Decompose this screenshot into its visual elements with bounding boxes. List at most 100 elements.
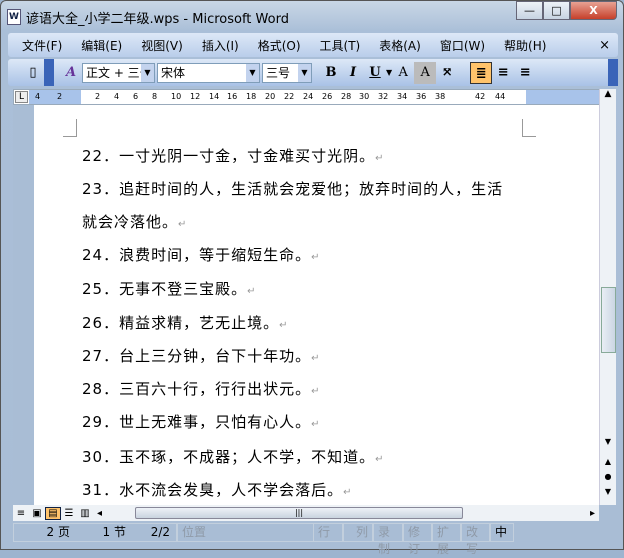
font-select[interactable]: 宋体 ▼ xyxy=(157,62,260,83)
line-text: 23．追赶时间的人，生活就会宠爱他；放弃时间的人，生活 xyxy=(82,180,504,198)
ruler-number: 4 xyxy=(114,92,120,101)
align-center-button[interactable]: ≡ xyxy=(492,62,514,84)
character-shading-button[interactable]: A xyxy=(414,61,437,84)
normal-view-icon[interactable]: ≡ xyxy=(13,508,29,519)
word-window: W 谚语大全_小学二年级.wps - Microsoft Word — □ X … xyxy=(0,0,624,556)
document-line[interactable]: 27．台上三分钟，台下十年功。↵ xyxy=(82,345,320,366)
menu-view[interactable]: 视图(V) xyxy=(141,37,183,54)
align-right-button[interactable]: ≡ xyxy=(514,62,536,84)
close-document-button[interactable]: × xyxy=(599,38,610,53)
status-record[interactable]: 录制 xyxy=(373,523,403,556)
ruler-number: 6 xyxy=(133,92,139,101)
reading-view-icon[interactable]: ▥ xyxy=(77,508,93,519)
scroll-down-icon[interactable]: ▼ xyxy=(600,437,616,446)
menu-edit[interactable]: 编辑(E) xyxy=(81,37,122,54)
toolbar-options-button[interactable] xyxy=(44,59,54,86)
status-track-changes[interactable]: 修订 xyxy=(403,523,432,556)
paragraph-mark-icon: ↵ xyxy=(247,286,257,297)
chevron-down-icon[interactable]: ▼ xyxy=(298,63,311,82)
ruler-number: 4 xyxy=(35,92,41,101)
document-line[interactable]: 26．精益求精，艺无止境。↵ xyxy=(82,312,288,333)
vertical-scrollbar[interactable]: ▲ ▼ ▲ ● ▼ xyxy=(599,89,616,505)
bold-button[interactable]: B xyxy=(320,62,342,84)
ruler-number: 24 xyxy=(303,92,314,101)
document-line[interactable]: 23．追赶时间的人，生活就会宠爱他；放弃时间的人，生活 xyxy=(82,178,503,199)
document-line[interactable]: 22．一寸光阴一寸金，寸金难买寸光阴。↵ xyxy=(82,145,384,166)
vertical-scroll-thumb[interactable] xyxy=(601,287,616,353)
paragraph-mark-icon: ↵ xyxy=(311,419,321,430)
character-border-button[interactable]: A xyxy=(392,62,414,84)
menu-file[interactable]: 文件(F) xyxy=(22,37,62,54)
select-browse-object-icon[interactable]: ● xyxy=(600,472,616,481)
web-layout-icon[interactable]: ▣ xyxy=(29,508,45,519)
next-page-icon[interactable]: ▼ xyxy=(600,487,616,496)
horizontal-scrollbar[interactable]: ≡ ▣ ▤ ☰ ▥ ◂ ||| ▸ xyxy=(13,505,599,521)
line-text: 就会冷落他。 xyxy=(82,213,179,231)
ruler-number: 8 xyxy=(152,92,158,101)
paragraph-mark-icon: ↵ xyxy=(343,487,353,498)
document-page[interactable]: 22．一寸光阴一寸金，寸金难买寸光阴。↵ 23．追赶时间的人，生活就会宠爱他；放弃… xyxy=(13,105,599,505)
document-line[interactable]: 28．三百六十行，行行出状元。↵ xyxy=(82,378,320,399)
maximize-button[interactable]: □ xyxy=(543,1,570,20)
ruler-number: 12 xyxy=(190,92,201,101)
chevron-down-icon[interactable]: ▼ xyxy=(141,63,154,82)
minimize-button[interactable]: — xyxy=(516,1,543,20)
previous-page-icon[interactable]: ▲ xyxy=(600,457,616,466)
ruler-number: 28 xyxy=(341,92,352,101)
document-line[interactable]: 25．无事不登三宝殿。↵ xyxy=(82,278,256,299)
italic-button[interactable]: I xyxy=(342,62,364,84)
scroll-left-icon[interactable]: ◂ xyxy=(97,508,102,519)
status-section: 1 节 xyxy=(102,525,126,539)
status-position: 位置 xyxy=(177,523,314,542)
align-justify-button[interactable]: ≣ xyxy=(470,61,493,84)
outline-view-icon[interactable]: ☰ xyxy=(61,508,77,519)
ruler-number: 26 xyxy=(322,92,333,101)
horizontal-scroll-thumb[interactable]: ||| xyxy=(135,507,463,519)
underline-button[interactable]: U xyxy=(364,62,386,84)
paragraph-mark-icon: ↵ xyxy=(375,454,385,465)
status-bar: 2 页 1 节 2/2 位置 行 列 录制 修订 扩展 改写 中 xyxy=(13,523,613,556)
character-scaling-icon[interactable]: ⤧ xyxy=(436,62,458,84)
document-line[interactable]: 30．玉不琢，不成器；人不学，不知道。↵ xyxy=(82,446,384,467)
word-app-icon[interactable]: W xyxy=(7,9,21,25)
status-column: 列 xyxy=(343,523,373,542)
tab-selector-icon[interactable]: L xyxy=(15,91,28,103)
scroll-right-icon[interactable]: ▸ xyxy=(590,508,595,519)
ruler-number: 10 xyxy=(171,92,182,101)
style-select[interactable]: 正文 + 三号 ▼ xyxy=(82,62,155,83)
ruler-number: 20 xyxy=(265,92,276,101)
styles-icon[interactable]: A xyxy=(60,62,82,84)
paragraph-mark-icon: ↵ xyxy=(311,353,321,364)
menu-window[interactable]: 窗口(W) xyxy=(440,37,485,54)
toolbar-options-button[interactable] xyxy=(608,59,618,86)
font-size-select[interactable]: 三号 ▼ xyxy=(262,62,312,83)
print-layout-icon[interactable]: ▤ xyxy=(45,506,61,520)
line-text: 27．台上三分钟，台下十年功。 xyxy=(82,347,312,365)
new-document-icon[interactable]: ▯ xyxy=(22,62,44,84)
menu-table[interactable]: 表格(A) xyxy=(379,37,421,54)
ruler-number: 30 xyxy=(359,92,370,101)
menu-help[interactable]: 帮助(H) xyxy=(504,37,546,54)
status-overtype[interactable]: 改写 xyxy=(461,523,490,556)
document-line[interactable]: 29．世上无难事，只怕有心人。↵ xyxy=(82,411,320,432)
line-text: 29．世上无难事，只怕有心人。 xyxy=(82,413,312,431)
line-text: 28．三百六十行，行行出状元。 xyxy=(82,380,312,398)
horizontal-ruler[interactable]: L 4 2 2 4 6 8 10 12 14 16 18 20 22 24 26 28 30 32 34 36 38 42… xyxy=(13,89,600,105)
document-line[interactable]: 24．浪费时间，等于缩短生命。↵ xyxy=(82,244,320,265)
menu-tools[interactable]: 工具(T) xyxy=(320,37,361,54)
document-line[interactable]: 就会冷落他。↵ xyxy=(82,211,187,232)
line-text: 31．水不流会发臭，人不学会落后。 xyxy=(82,481,344,499)
chevron-down-icon[interactable]: ▼ xyxy=(246,63,259,82)
document-line[interactable]: 31．水不流会发臭，人不学会落后。↵ xyxy=(82,479,352,500)
paragraph-mark-icon: ↵ xyxy=(279,320,289,331)
close-button[interactable]: X xyxy=(570,1,617,20)
paragraph-mark-icon: ↵ xyxy=(178,219,188,230)
status-extend[interactable]: 扩展 xyxy=(432,523,461,556)
formatting-toolbar: ▯ A 正文 + 三号 ▼ 宋体 ▼ 三号 ▼ B I U ▼ A A ⤧ ≣ ≡ ≡ xyxy=(8,59,618,86)
scroll-up-icon[interactable]: ▲ xyxy=(600,89,616,99)
line-text: 25．无事不登三宝殿。 xyxy=(82,280,248,298)
paragraph-mark-icon: ↵ xyxy=(311,386,321,397)
menu-format[interactable]: 格式(O) xyxy=(258,37,301,54)
line-text: 24．浪费时间，等于缩短生命。 xyxy=(82,246,312,264)
menu-insert[interactable]: 插入(I) xyxy=(202,37,239,54)
